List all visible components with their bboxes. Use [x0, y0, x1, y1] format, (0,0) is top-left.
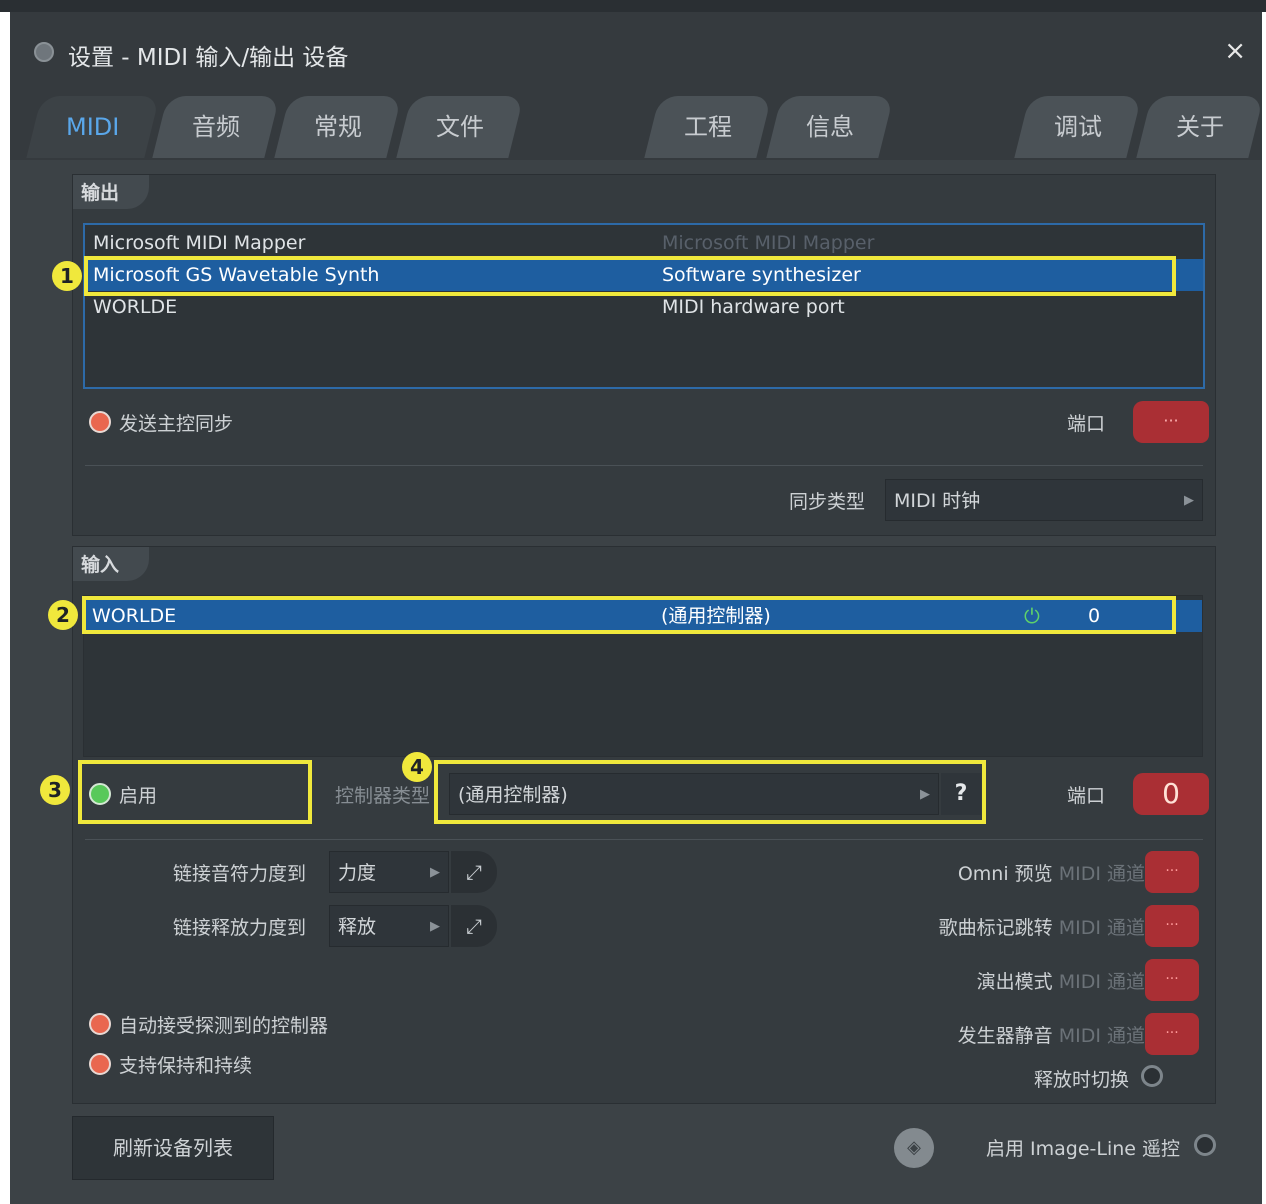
- sync-type-dropdown[interactable]: MIDI 时钟 ▶: [885, 479, 1203, 521]
- window-title: 设置 - MIDI 输入/输出 设备: [68, 45, 349, 71]
- output-device-row[interactable]: Microsoft MIDI Mapper Microsoft MIDI Map…: [85, 227, 1203, 259]
- tab-bar: MIDI 音频 常规 文件 工程 信息 调试 关于: [10, 86, 1264, 160]
- input-port-label: 端口: [1067, 785, 1106, 807]
- controller-type-label: 控制器类型: [335, 785, 431, 807]
- input-panel: 输入 WORLDE (通用控制器) ⏻ 0 启用 控制器类型 (通用控制器) ▶ …: [72, 546, 1216, 1104]
- output-port-selector[interactable]: ···: [1133, 401, 1209, 443]
- link-release-label: 链接释放力度到: [173, 917, 307, 939]
- performance-mode-channel[interactable]: ···: [1145, 959, 1199, 1001]
- auto-accept-label: 自动接受探测到的控制器: [119, 1015, 329, 1037]
- link-curve-icon[interactable]: ⤢: [451, 851, 497, 893]
- omni-preview-label: Omni 预览 MIDI 通道: [957, 863, 1145, 885]
- tab-about[interactable]: 关于: [1136, 96, 1264, 158]
- input-device-row[interactable]: WORLDE (通用控制器) ⏻ 0: [84, 600, 1202, 632]
- tab-audio[interactable]: 音频: [152, 96, 280, 158]
- device-type: Microsoft MIDI Mapper: [662, 232, 875, 254]
- device-name: WORLDE: [92, 605, 177, 627]
- toggle-on-release-label: 释放时切换: [1033, 1069, 1129, 1091]
- gear-icon: [34, 42, 54, 62]
- device-name: Microsoft GS Wavetable Synth: [93, 264, 380, 286]
- auto-accept-radio[interactable]: [89, 1013, 111, 1035]
- input-device-list[interactable]: WORLDE (通用控制器) ⏻ 0: [83, 595, 1203, 757]
- send-master-sync-label: 发送主控同步: [119, 413, 234, 435]
- sustain-support-label: 支持保持和持续: [119, 1055, 253, 1077]
- enable-radio[interactable]: [89, 783, 111, 805]
- device-type: (通用控制器): [661, 605, 771, 627]
- tab-general[interactable]: 常规: [274, 96, 402, 158]
- omni-preview-channel[interactable]: ···: [1145, 851, 1199, 893]
- chevron-right-icon: ▶: [430, 919, 440, 934]
- title-bar: 设置 - MIDI 输入/输出 设备 ×: [10, 12, 1262, 86]
- annotation-number-2: 2: [48, 600, 78, 630]
- input-section-label: 输入: [73, 547, 150, 581]
- tab-file[interactable]: 文件: [396, 96, 524, 158]
- imageline-remote-radio[interactable]: [1194, 1134, 1216, 1156]
- tab-debug[interactable]: 调试: [1014, 96, 1142, 158]
- tab-midi[interactable]: MIDI: [26, 96, 160, 158]
- generator-mute-channel[interactable]: ···: [1145, 1013, 1199, 1055]
- input-port-selector[interactable]: 0: [1133, 773, 1209, 815]
- chevron-right-icon: ▶: [430, 865, 440, 880]
- link-release-dropdown[interactable]: 释放 ▶: [329, 905, 449, 947]
- power-icon[interactable]: ⏻: [1024, 600, 1040, 632]
- sustain-support-radio[interactable]: [89, 1053, 111, 1075]
- annotation-number-4: 4: [402, 752, 432, 782]
- controller-type-dropdown[interactable]: (通用控制器) ▶: [449, 773, 939, 815]
- close-icon[interactable]: ×: [1224, 38, 1246, 64]
- song-marker-jump-channel[interactable]: ···: [1145, 905, 1199, 947]
- output-device-row[interactable]: Microsoft GS Wavetable Synth Software sy…: [85, 259, 1203, 291]
- controller-help-button[interactable]: ?: [941, 773, 981, 815]
- chevron-right-icon: ▶: [920, 787, 930, 802]
- tab-project[interactable]: 工程: [644, 96, 772, 158]
- wifi-icon: ◈: [894, 1128, 934, 1168]
- device-name: Microsoft MIDI Mapper: [93, 232, 306, 254]
- annotation-number-1: 1: [52, 261, 82, 291]
- performance-mode-label: 演出模式 MIDI 通道: [976, 971, 1145, 993]
- output-device-list[interactable]: Microsoft MIDI Mapper Microsoft MIDI Map…: [83, 223, 1205, 389]
- refresh-devices-button[interactable]: 刷新设备列表: [72, 1116, 274, 1180]
- annotation-number-3: 3: [40, 775, 70, 805]
- device-type: MIDI hardware port: [662, 296, 845, 318]
- device-name: WORLDE: [93, 296, 178, 318]
- divider: [85, 465, 1203, 466]
- output-section-label: 输出: [73, 175, 150, 209]
- divider: [85, 839, 1203, 840]
- imageline-remote-label: 启用 Image-Line 遥控: [986, 1138, 1181, 1160]
- link-velocity-label: 链接音符力度到: [173, 863, 307, 885]
- chevron-right-icon: ▶: [1184, 493, 1194, 508]
- send-master-sync-radio[interactable]: [89, 411, 111, 433]
- input-channel: 0: [1088, 605, 1101, 627]
- output-device-row[interactable]: WORLDE MIDI hardware port: [85, 291, 1203, 323]
- link-velocity-dropdown[interactable]: 力度 ▶: [329, 851, 449, 893]
- output-port-label: 端口: [1067, 413, 1106, 435]
- song-marker-jump-label: 歌曲标记跳转 MIDI 通道: [938, 917, 1145, 939]
- toggle-on-release-radio[interactable]: [1141, 1065, 1163, 1087]
- sync-type-label: 同步类型: [789, 491, 866, 513]
- generator-mute-label: 发生器静音 MIDI 通道: [957, 1025, 1145, 1047]
- device-type: Software synthesizer: [662, 264, 861, 286]
- enable-label: 启用: [119, 785, 158, 807]
- output-panel: 输出 Microsoft MIDI Mapper Microsoft MIDI …: [72, 174, 1216, 536]
- link-curve-icon[interactable]: ⤢: [451, 905, 497, 947]
- background-strip: [0, 0, 1266, 12]
- tab-info[interactable]: 信息: [766, 96, 894, 158]
- settings-window: 设置 - MIDI 输入/输出 设备 × MIDI 音频 常规 文件 工程 信息…: [10, 12, 1264, 1204]
